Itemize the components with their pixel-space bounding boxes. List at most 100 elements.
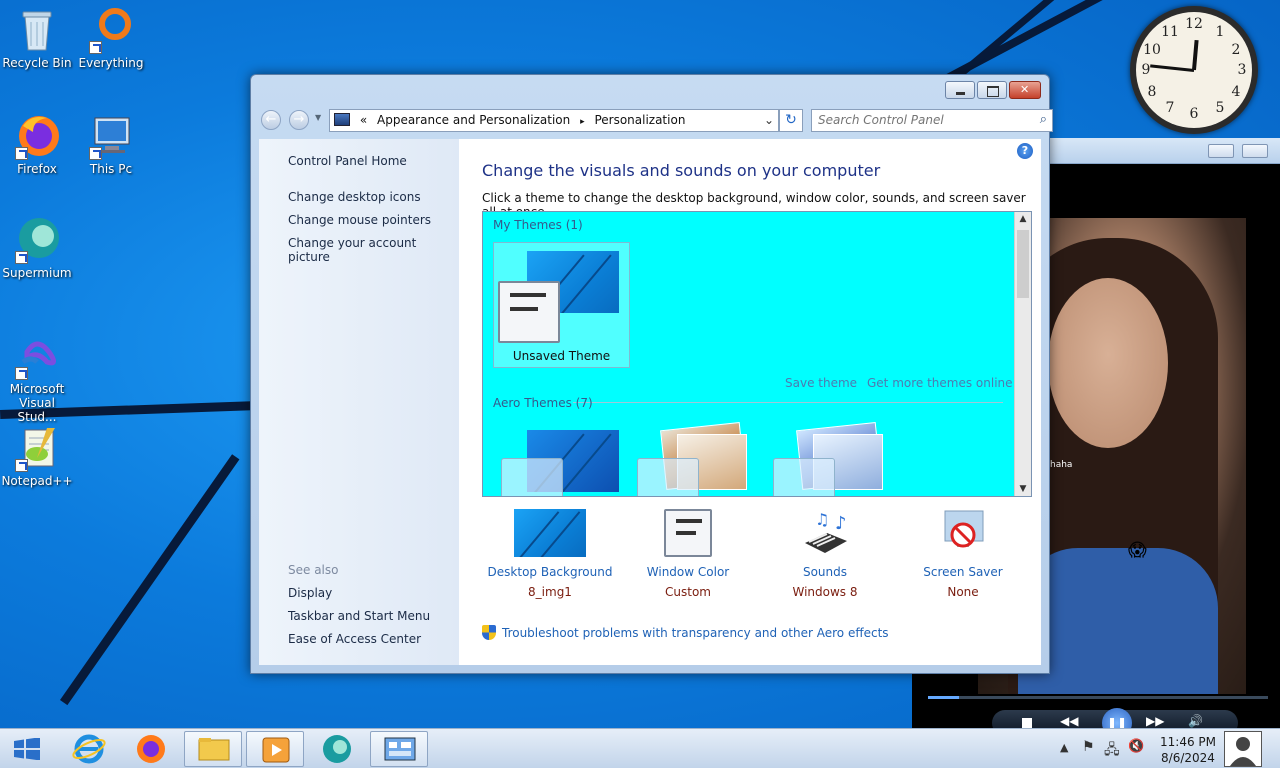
player-progress-bar[interactable] [928, 696, 1268, 699]
display-link[interactable]: Display [288, 586, 332, 600]
network-icon[interactable]: 🖧 [1104, 739, 1120, 763]
show-hidden-icons-button[interactable]: ▲ [1060, 741, 1068, 754]
change-mouse-pointers-link[interactable]: Change mouse pointers [288, 213, 431, 227]
search-box[interactable]: ⌕ [811, 109, 1053, 132]
clock-gadget[interactable]: 12 1 2 3 4 5 6 7 8 9 10 11 [1130, 6, 1258, 134]
desktop-icon-firefox[interactable]: Firefox [0, 112, 74, 176]
scroll-up-icon[interactable]: ▲ [1015, 214, 1031, 224]
desktop-icon-everything[interactable]: Everything [74, 6, 148, 70]
get-more-themes-link[interactable]: Get more themes online [867, 376, 1013, 390]
video-caption: haha [1050, 460, 1073, 470]
start-button[interactable] [14, 737, 40, 761]
shortcut-arrow-icon [89, 147, 102, 160]
breadcrumb-item-personalization[interactable]: Personalization [594, 113, 685, 127]
scrollbar-thumb[interactable] [1017, 230, 1029, 298]
desktop-background-link[interactable]: Desktop Background [482, 565, 618, 579]
address-bar[interactable]: « Appearance and Personalization ▸ Perso… [329, 109, 779, 132]
recent-pages-dropdown[interactable]: ▼ [315, 113, 321, 122]
screen-saver-link[interactable]: Screen Saver [895, 565, 1031, 579]
stop-icon[interactable] [1022, 718, 1032, 728]
taskbar-media-player[interactable] [246, 731, 304, 767]
taskbar-internet-explorer[interactable] [60, 731, 118, 767]
shortcut-arrow-icon [15, 367, 28, 380]
personalization-window[interactable]: ← → ▼ « Appearance and Personalization ▸… [250, 74, 1053, 674]
desktop-icon-label: Microsoft Visual Stud... [9, 382, 65, 424]
address-dropdown-icon[interactable]: ⌄ [760, 110, 778, 131]
control-panel-icon [334, 113, 350, 126]
aero-theme-tile[interactable] [769, 421, 893, 496]
taskbar-firefox[interactable] [122, 731, 180, 767]
clock-hour-hand [1192, 39, 1199, 71]
volume-muted-icon[interactable]: 🔇 [1128, 739, 1144, 754]
supermium-icon [13, 216, 61, 264]
maximize-button[interactable] [977, 81, 1007, 99]
minimize-button[interactable] [945, 81, 975, 99]
screen-saver-item[interactable]: Screen Saver None [895, 509, 1031, 599]
desktop-background-item[interactable]: Desktop Background 8_img1 [482, 509, 618, 599]
desktop-icon-recycle-bin[interactable]: Recycle Bin [0, 6, 74, 70]
unsaved-theme-label: Unsaved Theme [512, 349, 611, 363]
supermium-icon [323, 735, 351, 763]
clock-number: 11 [1161, 24, 1179, 40]
action-center-flag-icon[interactable]: ⚑ [1082, 739, 1095, 755]
player-minimize-button[interactable] [1208, 144, 1234, 158]
forward-button[interactable]: → [289, 110, 309, 130]
folder-icon [198, 738, 230, 761]
taskbar-file-explorer[interactable] [184, 731, 242, 767]
breadcrumb-item-appearance[interactable]: Appearance and Personalization [377, 113, 570, 127]
unsaved-theme-tile[interactable]: Unsaved Theme [493, 242, 630, 368]
control-panel-home-link[interactable]: Control Panel Home [288, 154, 407, 168]
desktop-icon-label: This Pc [89, 162, 133, 176]
help-icon[interactable]: ? [1017, 143, 1033, 159]
taskbar-control-panel[interactable] [370, 731, 428, 767]
desktop-icon-this-pc[interactable]: This Pc [74, 112, 148, 176]
desktop-background-value: 8_img1 [528, 585, 572, 599]
refresh-button[interactable]: ↻ [779, 109, 803, 132]
desktop-icon-supermium[interactable]: Supermium [0, 216, 74, 280]
themes-list[interactable]: My Themes (1) Unsaved Theme Save theme G… [482, 211, 1032, 497]
desktop-icon-label: Everything [78, 56, 144, 70]
fast-forward-icon[interactable]: ▶▶ [1146, 714, 1164, 728]
change-account-picture-link[interactable]: Change your account picture [288, 236, 459, 264]
user-avatar[interactable] [1224, 731, 1262, 767]
search-input[interactable] [818, 113, 1018, 127]
my-themes-group-label: My Themes (1) [493, 218, 583, 232]
desktop-icon-visual-studio[interactable]: Microsoft Visual Stud... [0, 332, 74, 424]
theme-window-preview [498, 281, 560, 343]
windows-logo-icon [14, 737, 40, 761]
rewind-icon[interactable]: ◀◀ [1060, 714, 1078, 728]
internet-explorer-icon [72, 734, 106, 764]
desktop-icon-label: Recycle Bin [2, 56, 72, 70]
clock-number: 1 [1215, 24, 1225, 40]
breadcrumb-separator[interactable]: ▸ [580, 117, 585, 127]
taskbar-start-menu-link[interactable]: Taskbar and Start Menu [288, 609, 430, 623]
sounds-item[interactable]: ♫ ♪ Sounds Windows 8 [757, 509, 893, 599]
breadcrumb-prefix[interactable]: « [360, 113, 367, 127]
window-color-item[interactable]: Window Color Custom [620, 509, 756, 599]
recycle-bin-icon [13, 6, 61, 54]
change-desktop-icons-link[interactable]: Change desktop icons [288, 190, 421, 204]
navigation-bar: ← → ▼ « Appearance and Personalization ▸… [261, 109, 1053, 133]
firefox-icon [137, 735, 165, 763]
desktop-icon-notepadpp[interactable]: Notepad++ [0, 424, 74, 488]
see-also-label: See also [288, 563, 339, 577]
themes-scrollbar[interactable]: ▲ ▼ [1014, 212, 1031, 496]
taskbar-supermium[interactable] [308, 731, 366, 767]
troubleshoot-link[interactable]: Troubleshoot problems with transparency … [482, 625, 889, 640]
close-button[interactable] [1009, 81, 1041, 99]
player-maximize-button[interactable] [1242, 144, 1268, 158]
back-button[interactable]: ← [261, 110, 281, 130]
left-navigation-pane: Control Panel Home Change desktop icons … [259, 139, 459, 665]
aero-theme-tile[interactable] [633, 421, 757, 496]
clock-number: 8 [1147, 84, 1157, 100]
save-theme-link[interactable]: Save theme [785, 376, 857, 390]
scroll-down-icon[interactable]: ▼ [1015, 484, 1031, 494]
taskbar-clock[interactable]: 11:46 PM 8/6/2024 [1150, 734, 1226, 766]
aero-theme-tile[interactable] [497, 430, 621, 496]
troubleshoot-label[interactable]: Troubleshoot problems with transparency … [502, 626, 889, 640]
sounds-link[interactable]: Sounds [757, 565, 893, 579]
window-color-link[interactable]: Window Color [620, 565, 756, 579]
volume-icon[interactable]: 🔊 [1188, 714, 1203, 728]
search-icon[interactable]: ⌕ [1040, 112, 1047, 127]
ease-of-access-link[interactable]: Ease of Access Center [288, 632, 421, 646]
